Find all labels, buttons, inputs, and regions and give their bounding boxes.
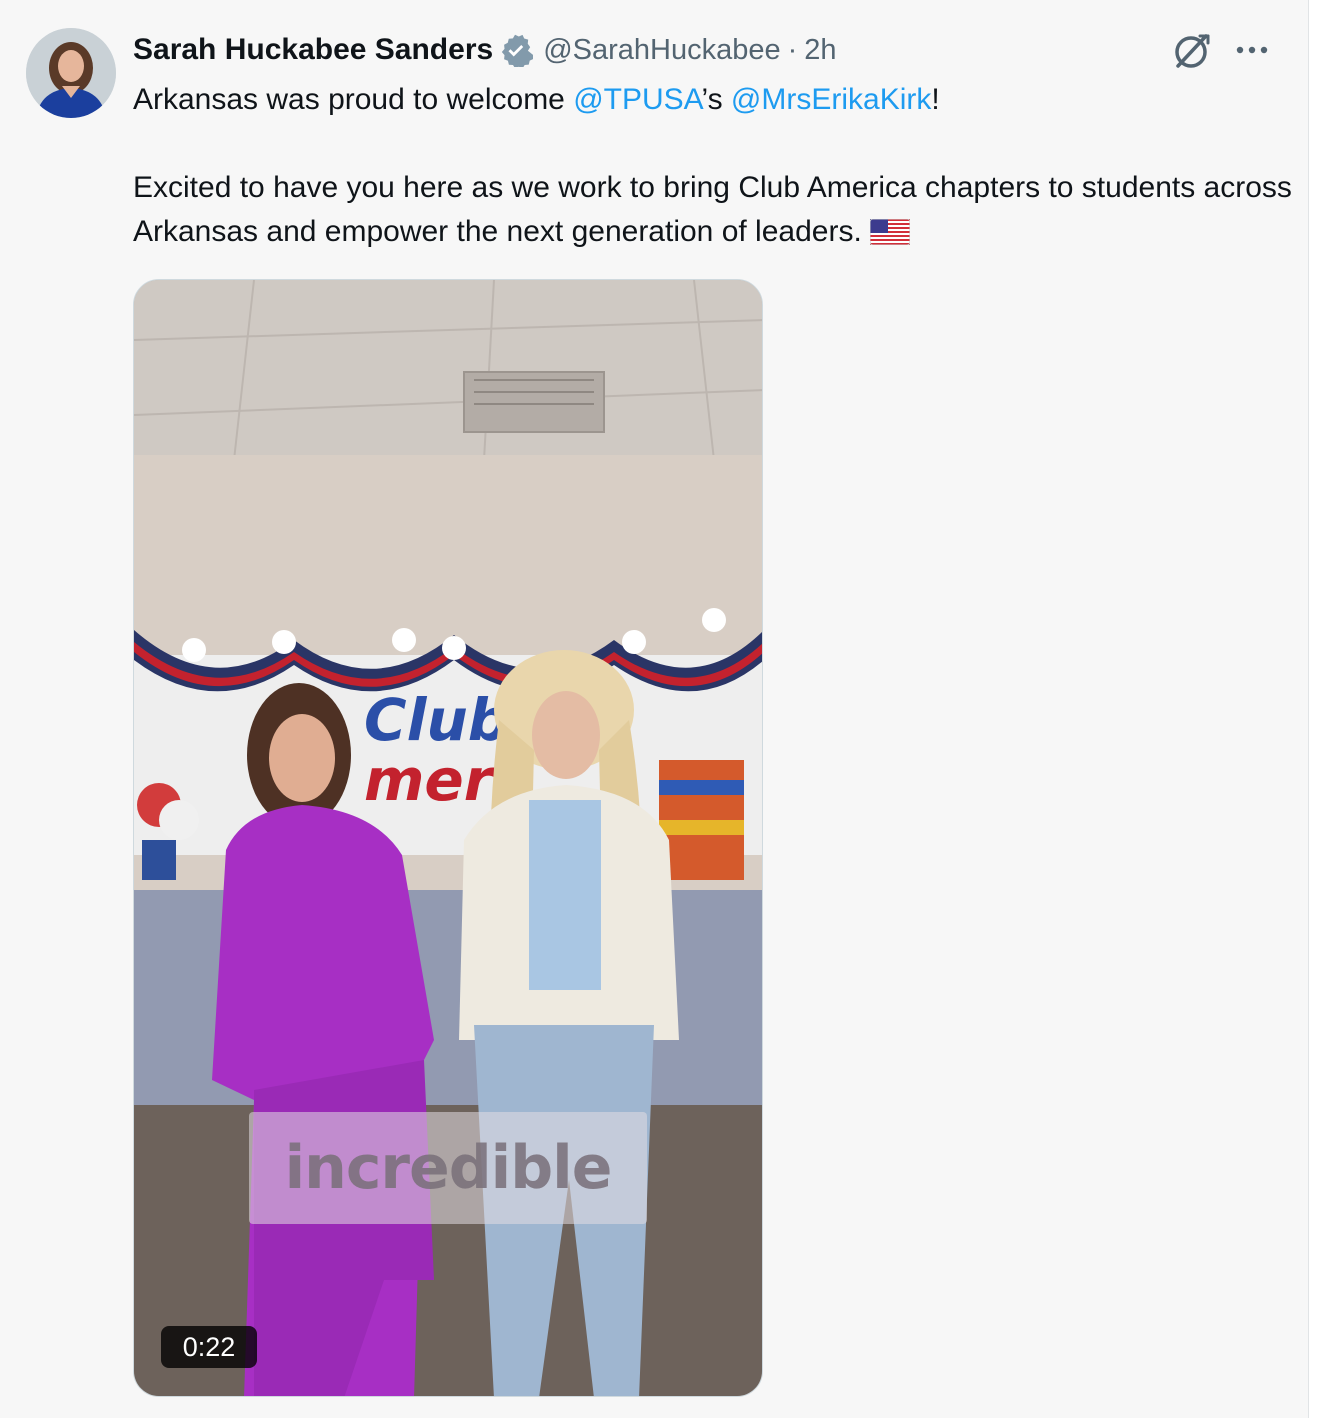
separator-dot: · — [787, 33, 798, 66]
author-handle[interactable]: @SarahHuckabee — [543, 34, 780, 67]
grok-icon[interactable] — [1168, 28, 1214, 74]
video-duration-badge: 0:22 — [161, 1326, 257, 1368]
tweet-text-paragraph2: Excited to have you here as we work to b… — [133, 166, 1293, 258]
avatar[interactable] — [26, 28, 116, 118]
svg-text:Club: Club — [364, 686, 509, 754]
tweet-header: Sarah Huckabee Sanders @SarahHuckabee · … — [133, 30, 837, 70]
column-divider — [1308, 0, 1318, 1418]
tweet[interactable]: Sarah Huckabee Sanders @SarahHuckabee · … — [0, 0, 1308, 1418]
video-caption-overlay: incredible — [249, 1112, 647, 1224]
svg-text:meri: meri — [364, 746, 513, 814]
text-segment: Excited to have you here as we work to b… — [133, 171, 1292, 248]
text-segment: Arkansas was proud to welcome — [133, 83, 574, 116]
more-icon[interactable] — [1228, 30, 1276, 70]
mention-mrserikakirk[interactable]: @MrsErikaKirk — [731, 83, 931, 116]
us-flag-icon — [869, 214, 911, 258]
timestamp[interactable]: 2h — [804, 34, 836, 67]
verified-badge-icon — [499, 33, 534, 67]
tweet-text: Arkansas was proud to welcome @TPUSA’s @… — [133, 78, 1293, 258]
video-player[interactable]: Club meri incredible 0:22 — [133, 279, 763, 1397]
text-segment: ! — [931, 83, 940, 116]
mention-tpusa[interactable]: @TPUSA — [573, 83, 701, 116]
author-name[interactable]: Sarah Huckabee Sanders — [133, 33, 493, 67]
tweet-text-line1: Arkansas was proud to welcome @TPUSA’s @… — [133, 78, 1293, 122]
text-segment: ’s — [701, 83, 731, 116]
